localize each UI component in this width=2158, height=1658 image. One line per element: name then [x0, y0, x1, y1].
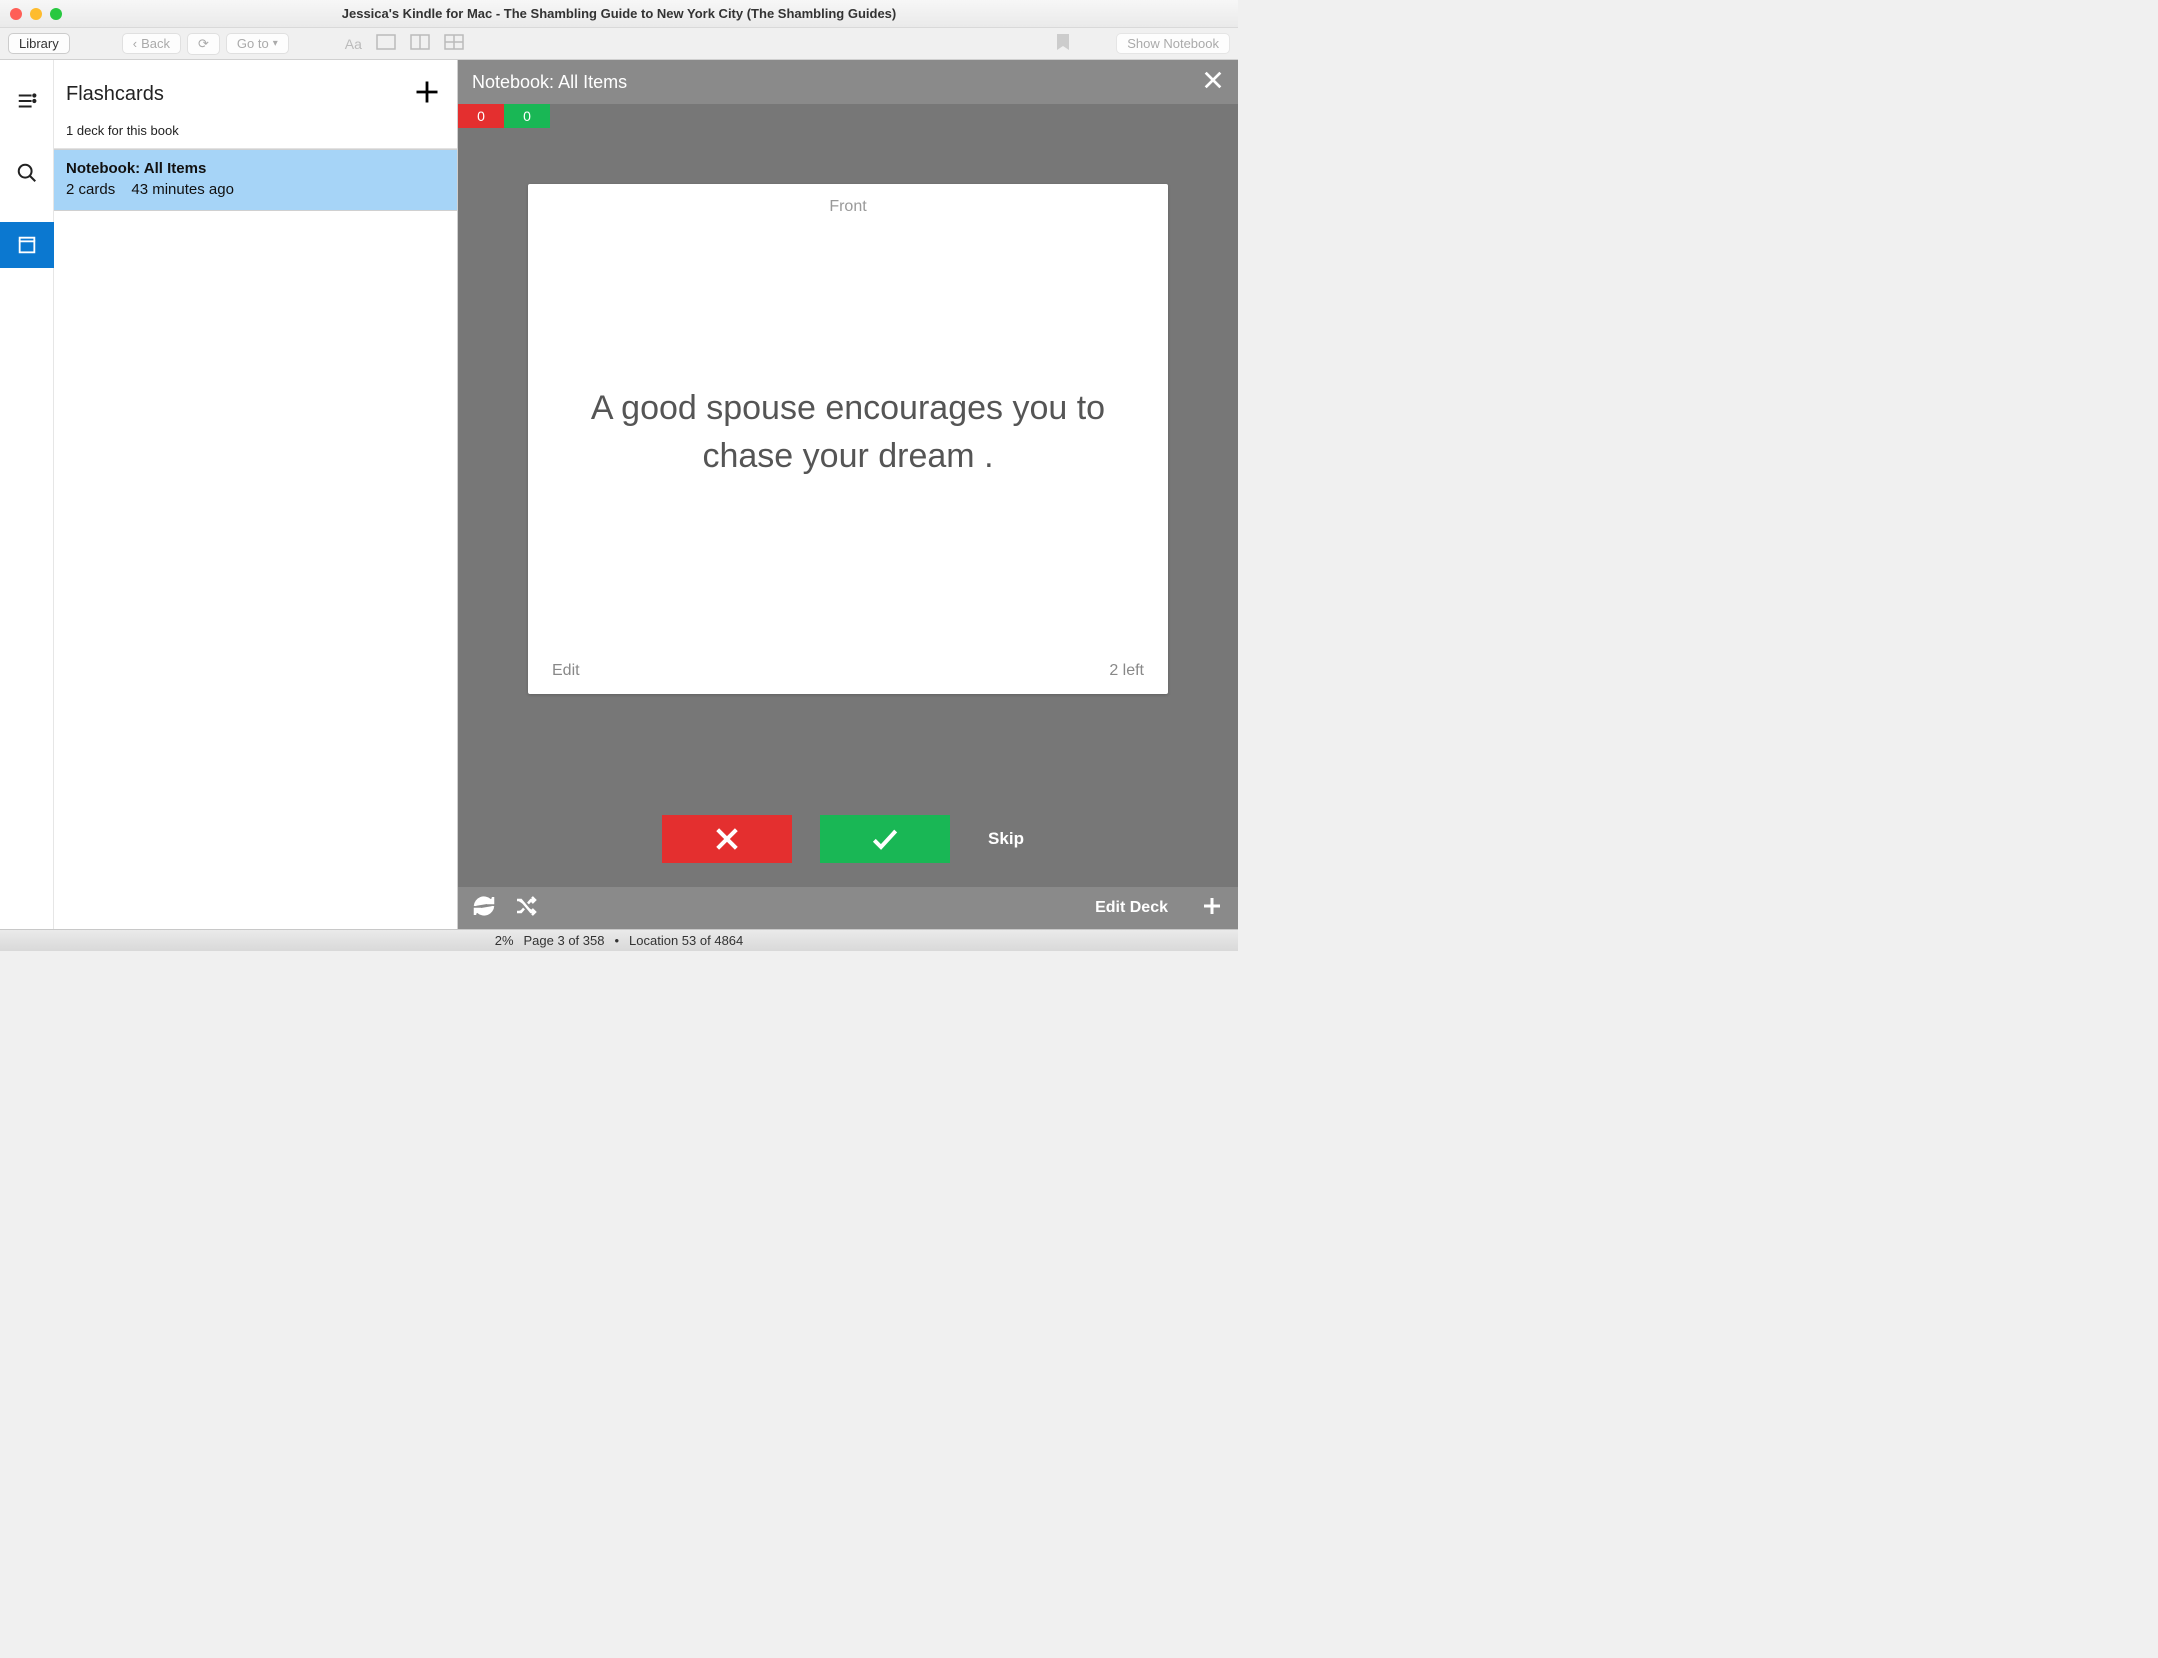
chevron-left-icon: ‹ — [133, 36, 137, 51]
chevron-down-icon: ▾ — [273, 38, 278, 49]
flashcard-bottom-bar: Edit Deck — [458, 887, 1238, 929]
library-button[interactable]: Library — [8, 33, 70, 54]
deck-count-label: 1 deck for this book — [54, 117, 457, 148]
grid-view-icon[interactable] — [440, 34, 468, 53]
card-side-label: Front — [528, 184, 1168, 216]
titlebar: Jessica's Kindle for Mac - The Shambling… — [0, 0, 1238, 28]
mark-wrong-button[interactable] — [662, 815, 792, 863]
back-label: Back — [141, 36, 170, 51]
card-remaining-label: 2 left — [1109, 662, 1144, 680]
main-area: Flashcards 1 deck for this book Notebook… — [0, 60, 1238, 929]
add-card-button[interactable] — [1200, 894, 1224, 923]
card-edit-link[interactable]: Edit — [552, 662, 580, 680]
rail-flashcards-icon[interactable] — [0, 222, 54, 268]
toolbar: Library ‹ Back ⟳ Go to ▾ Aa Show Noteboo… — [0, 28, 1238, 60]
status-bar: 2% Page 3 of 358 • Location 53 of 4864 — [0, 929, 1238, 951]
close-flashcards-button[interactable] — [1202, 69, 1224, 96]
deck-list-item[interactable]: Notebook: All Items 2 cards 43 minutes a… — [54, 149, 457, 211]
skip-button[interactable]: Skip — [978, 829, 1034, 849]
status-page: Page 3 of 358 — [524, 933, 605, 948]
score-bar: 0 0 — [458, 104, 1238, 128]
mark-correct-button[interactable] — [820, 815, 950, 863]
flashcards-sidebar: Flashcards 1 deck for this book Notebook… — [54, 60, 458, 929]
status-location: Location 53 of 4864 — [629, 933, 743, 948]
goto-label: Go to — [237, 36, 269, 51]
sidebar-title: Flashcards — [66, 83, 164, 106]
add-deck-button[interactable] — [413, 78, 441, 111]
score-wrong: 0 — [458, 104, 504, 128]
status-separator: • — [614, 933, 619, 948]
single-column-icon[interactable] — [372, 34, 400, 53]
flashcard-actions: Skip — [458, 789, 1238, 887]
goto-button[interactable]: Go to ▾ — [226, 33, 289, 54]
rail-search-icon[interactable] — [0, 150, 54, 196]
repeat-icon[interactable] — [472, 894, 496, 923]
sync-icon: ⟳ — [198, 36, 209, 52]
flashcard[interactable]: Front A good spouse encourages you to ch… — [528, 184, 1168, 694]
edit-deck-button[interactable]: Edit Deck — [1095, 899, 1168, 917]
font-size-icon[interactable]: Aa — [341, 36, 366, 52]
flashcard-header: Notebook: All Items — [458, 60, 1238, 104]
window-title: Jessica's Kindle for Mac - The Shambling… — [0, 6, 1238, 21]
rail-toc-icon[interactable] — [0, 78, 54, 124]
bookmark-icon[interactable] — [1052, 33, 1074, 54]
score-right: 0 — [504, 104, 550, 128]
left-rail — [0, 60, 54, 929]
back-button[interactable]: ‹ Back — [122, 33, 181, 54]
deck-time: 43 minutes ago — [131, 181, 234, 198]
status-percent: 2% — [495, 933, 514, 948]
two-column-icon[interactable] — [406, 34, 434, 53]
card-text: A good spouse encourages you to chase yo… — [546, 385, 1150, 480]
flashcard-panel: Notebook: All Items 0 0 Front A good spo… — [458, 60, 1238, 929]
deck-title: Notebook: All Items — [66, 160, 445, 177]
flashcard-header-title: Notebook: All Items — [472, 72, 627, 93]
deck-card-count: 2 cards — [66, 181, 115, 198]
show-notebook-button[interactable]: Show Notebook — [1116, 33, 1230, 54]
shuffle-icon[interactable] — [514, 894, 538, 923]
sync-button[interactable]: ⟳ — [187, 33, 220, 55]
